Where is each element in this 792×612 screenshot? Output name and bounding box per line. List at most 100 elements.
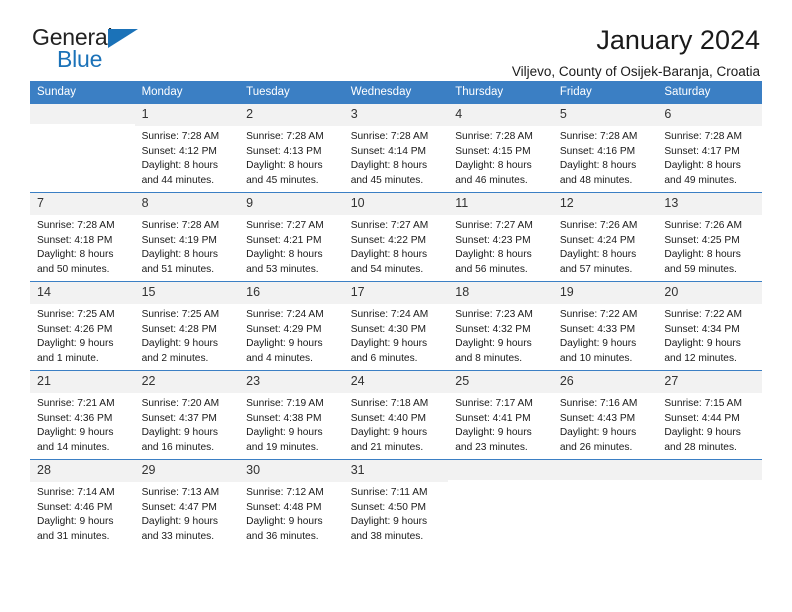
calendar-day-cell[interactable]: 23 Sunrise: 7:19 AM Sunset: 4:38 PM Dayligh… bbox=[239, 370, 344, 460]
weekday-header-friday: Friday bbox=[552, 81, 658, 104]
weekday-header-thursday: Thursday bbox=[448, 81, 553, 104]
sunrise-text: Sunrise: 7:27 AM bbox=[246, 219, 324, 231]
sunset-text: Sunset: 4:28 PM bbox=[141, 323, 217, 335]
calendar-day-cell[interactable]: 17 Sunrise: 7:24 AM Sunset: 4:30 PM Dayligh… bbox=[343, 281, 449, 371]
calendar-day-cell[interactable]: 26 Sunrise: 7:16 AM Sunset: 4:43 PM Dayligh… bbox=[552, 370, 658, 460]
day-details: Sunrise: 7:26 AM Sunset: 4:25 PM Daylight:… bbox=[657, 215, 762, 279]
day-details: Sunrise: 7:25 AM Sunset: 4:26 PM Daylight:… bbox=[30, 304, 135, 368]
calendar-day-cell[interactable]: 31 Sunrise: 7:11 AM Sunset: 4:50 PM Dayligh… bbox=[343, 459, 449, 548]
calendar-day-cell[interactable]: 27 Sunrise: 7:15 AM Sunset: 4:44 PM Dayligh… bbox=[657, 370, 762, 460]
sunrise-text: Sunrise: 7:28 AM bbox=[141, 130, 220, 142]
sunrise-text: Sunrise: 7:12 AM bbox=[246, 486, 324, 498]
daylight-text: Daylight: 9 hours bbox=[559, 338, 637, 350]
calendar-day-cell[interactable]: 13 Sunrise: 7:26 AM Sunset: 4:25 PM Dayligh… bbox=[657, 192, 762, 282]
calendar-day-cell[interactable]: 10 Sunrise: 7:27 AM Sunset: 4:22 PM Dayligh… bbox=[343, 192, 449, 282]
daylight-text: and 14 minutes. bbox=[37, 442, 110, 454]
calendar-day-cell[interactable]: 29 Sunrise: 7:13 AM Sunset: 4:47 PM Dayligh… bbox=[134, 459, 240, 548]
day-number: 27 bbox=[657, 371, 762, 393]
sunrise-text: Sunrise: 7:25 AM bbox=[141, 308, 220, 320]
daylight-text: Daylight: 8 hours bbox=[455, 160, 532, 172]
calendar-day-cell[interactable]: 4 Sunrise: 7:28 AM Sunset: 4:15 PM Daylight… bbox=[448, 103, 553, 193]
day-number: 11 bbox=[448, 193, 553, 215]
sunrise-text: Sunrise: 7:22 AM bbox=[559, 308, 638, 320]
logo-triangle-icon bbox=[108, 29, 138, 48]
day-details: Sunrise: 7:25 AM Sunset: 4:28 PM Daylight:… bbox=[135, 304, 240, 368]
calendar-day-cell[interactable]: 30 Sunrise: 7:12 AM Sunset: 4:48 PM Dayligh… bbox=[239, 459, 344, 548]
calendar-day-cell[interactable]: 28 Sunrise: 7:14 AM Sunset: 4:46 PM Dayligh… bbox=[30, 459, 135, 548]
calendar-day-cell[interactable]: 8 Sunrise: 7:28 AM Sunset: 4:19 PM Daylight… bbox=[134, 192, 240, 282]
calendar-day-cell[interactable]: 7 Sunrise: 7:28 AM Sunset: 4:18 PM Daylight… bbox=[30, 192, 135, 282]
calendar-day-cell[interactable]: 25 Sunrise: 7:17 AM Sunset: 4:41 PM Dayligh… bbox=[448, 370, 553, 460]
daylight-text: Daylight: 9 hours bbox=[246, 516, 323, 528]
sunrise-text: Sunrise: 7:28 AM bbox=[455, 130, 533, 142]
sunset-text: Sunset: 4:32 PM bbox=[455, 323, 531, 335]
daylight-text: and 2 minutes. bbox=[141, 353, 209, 365]
daylight-text: Daylight: 9 hours bbox=[664, 338, 741, 350]
day-number: 2 bbox=[239, 104, 344, 126]
daylight-text: Daylight: 8 hours bbox=[559, 249, 637, 261]
calendar-day-cell[interactable]: 19 Sunrise: 7:22 AM Sunset: 4:33 PM Dayligh… bbox=[552, 281, 658, 371]
daylight-text: Daylight: 9 hours bbox=[350, 516, 428, 528]
sunset-text: Sunset: 4:34 PM bbox=[664, 323, 740, 335]
daylight-text: Daylight: 8 hours bbox=[141, 160, 219, 172]
calendar-day-cell[interactable]: 15 Sunrise: 7:25 AM Sunset: 4:28 PM Dayligh… bbox=[134, 281, 240, 371]
sunset-text: Sunset: 4:14 PM bbox=[350, 145, 427, 157]
calendar-day-cell[interactable]: 20 Sunrise: 7:22 AM Sunset: 4:34 PM Dayligh… bbox=[657, 281, 762, 371]
day-number: 15 bbox=[134, 282, 240, 304]
daylight-text: Daylight: 8 hours bbox=[664, 160, 741, 172]
calendar-day-cell[interactable]: 5 Sunrise: 7:28 AM Sunset: 4:16 PM Daylight… bbox=[552, 103, 658, 193]
sunrise-text: Sunrise: 7:23 AM bbox=[455, 308, 533, 320]
calendar-day-cell[interactable]: 9 Sunrise: 7:27 AM Sunset: 4:21 PM Daylight… bbox=[239, 192, 344, 282]
daylight-text: and 12 minutes. bbox=[664, 353, 737, 365]
calendar-day-cell[interactable]: 12 Sunrise: 7:26 AM Sunset: 4:24 PM Dayligh… bbox=[552, 192, 658, 282]
calendar-week-row: 14 Sunrise: 7:25 AM Sunset: 4:26 PM Dayligh… bbox=[30, 281, 762, 371]
sunset-text: Sunset: 4:13 PM bbox=[246, 145, 322, 157]
sunrise-text: Sunrise: 7:24 AM bbox=[246, 308, 324, 320]
day-number: 19 bbox=[552, 282, 658, 304]
daylight-text: and 21 minutes. bbox=[350, 442, 424, 454]
day-details: Sunrise: 7:22 AM Sunset: 4:33 PM Daylight:… bbox=[553, 304, 658, 368]
calendar-day-cell[interactable]: 2 Sunrise: 7:28 AM Sunset: 4:13 PM Daylight… bbox=[239, 103, 344, 193]
page-header: General Blue January 2024 Viljevo, Count… bbox=[30, 0, 762, 80]
sunset-text: Sunset: 4:22 PM bbox=[350, 234, 427, 246]
calendar-day-cell[interactable]: 6 Sunrise: 7:28 AM Sunset: 4:17 PM Daylight… bbox=[657, 103, 762, 193]
calendar-day-cell[interactable]: 24 Sunrise: 7:18 AM Sunset: 4:40 PM Dayligh… bbox=[343, 370, 449, 460]
calendar-day-cell[interactable]: 14 Sunrise: 7:25 AM Sunset: 4:26 PM Dayligh… bbox=[30, 281, 135, 371]
daylight-text: and 53 minutes. bbox=[246, 264, 319, 276]
calendar-day-cell[interactable]: 22 Sunrise: 7:20 AM Sunset: 4:37 PM Dayligh… bbox=[134, 370, 240, 460]
sunrise-text: Sunrise: 7:18 AM bbox=[350, 397, 429, 409]
daylight-text: Daylight: 9 hours bbox=[37, 338, 114, 350]
calendar-day-cell[interactable]: 1 Sunrise: 7:28 AM Sunset: 4:12 PM Daylight… bbox=[134, 103, 240, 193]
day-number: 18 bbox=[448, 282, 553, 304]
page-subtitle: Viljevo, County of Osijek-Baranja, Croat… bbox=[511, 64, 760, 80]
day-details: Sunrise: 7:16 AM Sunset: 4:43 PM Daylight:… bbox=[553, 393, 658, 457]
calendar-day-cell[interactable]: 21 Sunrise: 7:21 AM Sunset: 4:36 PM Dayligh… bbox=[30, 370, 135, 460]
title-block: January 2024 Viljevo, County of Osijek-B… bbox=[511, 26, 762, 80]
daylight-text: and 45 minutes. bbox=[246, 175, 319, 187]
weekday-header-monday: Monday bbox=[134, 81, 240, 104]
daylight-text: and 49 minutes. bbox=[664, 175, 737, 187]
calendar-day-cell[interactable]: 11 Sunrise: 7:27 AM Sunset: 4:23 PM Dayligh… bbox=[448, 192, 553, 282]
day-details: Sunrise: 7:28 AM Sunset: 4:12 PM Daylight:… bbox=[135, 126, 240, 190]
sunrise-text: Sunrise: 7:28 AM bbox=[559, 130, 638, 142]
daylight-text: Daylight: 9 hours bbox=[37, 427, 114, 439]
day-details: Sunrise: 7:21 AM Sunset: 4:36 PM Daylight:… bbox=[30, 393, 135, 457]
sunrise-text: Sunrise: 7:25 AM bbox=[37, 308, 115, 320]
sunrise-text: Sunrise: 7:15 AM bbox=[664, 397, 742, 409]
calendar-day-cell[interactable]: 18 Sunrise: 7:23 AM Sunset: 4:32 PM Dayligh… bbox=[448, 281, 553, 371]
daylight-text: Daylight: 8 hours bbox=[559, 160, 637, 172]
calendar-day-cell[interactable]: 3 Sunrise: 7:28 AM Sunset: 4:14 PM Daylight… bbox=[343, 103, 449, 193]
daylight-text: and 46 minutes. bbox=[455, 175, 528, 187]
sunrise-text: Sunrise: 7:21 AM bbox=[37, 397, 115, 409]
daylight-text: Daylight: 9 hours bbox=[350, 338, 428, 350]
sunset-text: Sunset: 4:36 PM bbox=[37, 412, 113, 424]
brand-logo[interactable]: General Blue bbox=[30, 26, 150, 76]
day-number: 7 bbox=[30, 193, 135, 215]
calendar-day-cell[interactable]: 16 Sunrise: 7:24 AM Sunset: 4:29 PM Dayligh… bbox=[239, 281, 344, 371]
daylight-text: Daylight: 9 hours bbox=[141, 338, 219, 350]
daylight-text: and 16 minutes. bbox=[141, 442, 215, 454]
weekday-header-wednesday: Wednesday bbox=[343, 81, 449, 104]
daylight-text: and 59 minutes. bbox=[664, 264, 737, 276]
day-number: 1 bbox=[134, 104, 240, 126]
sunset-text: Sunset: 4:47 PM bbox=[141, 501, 217, 513]
